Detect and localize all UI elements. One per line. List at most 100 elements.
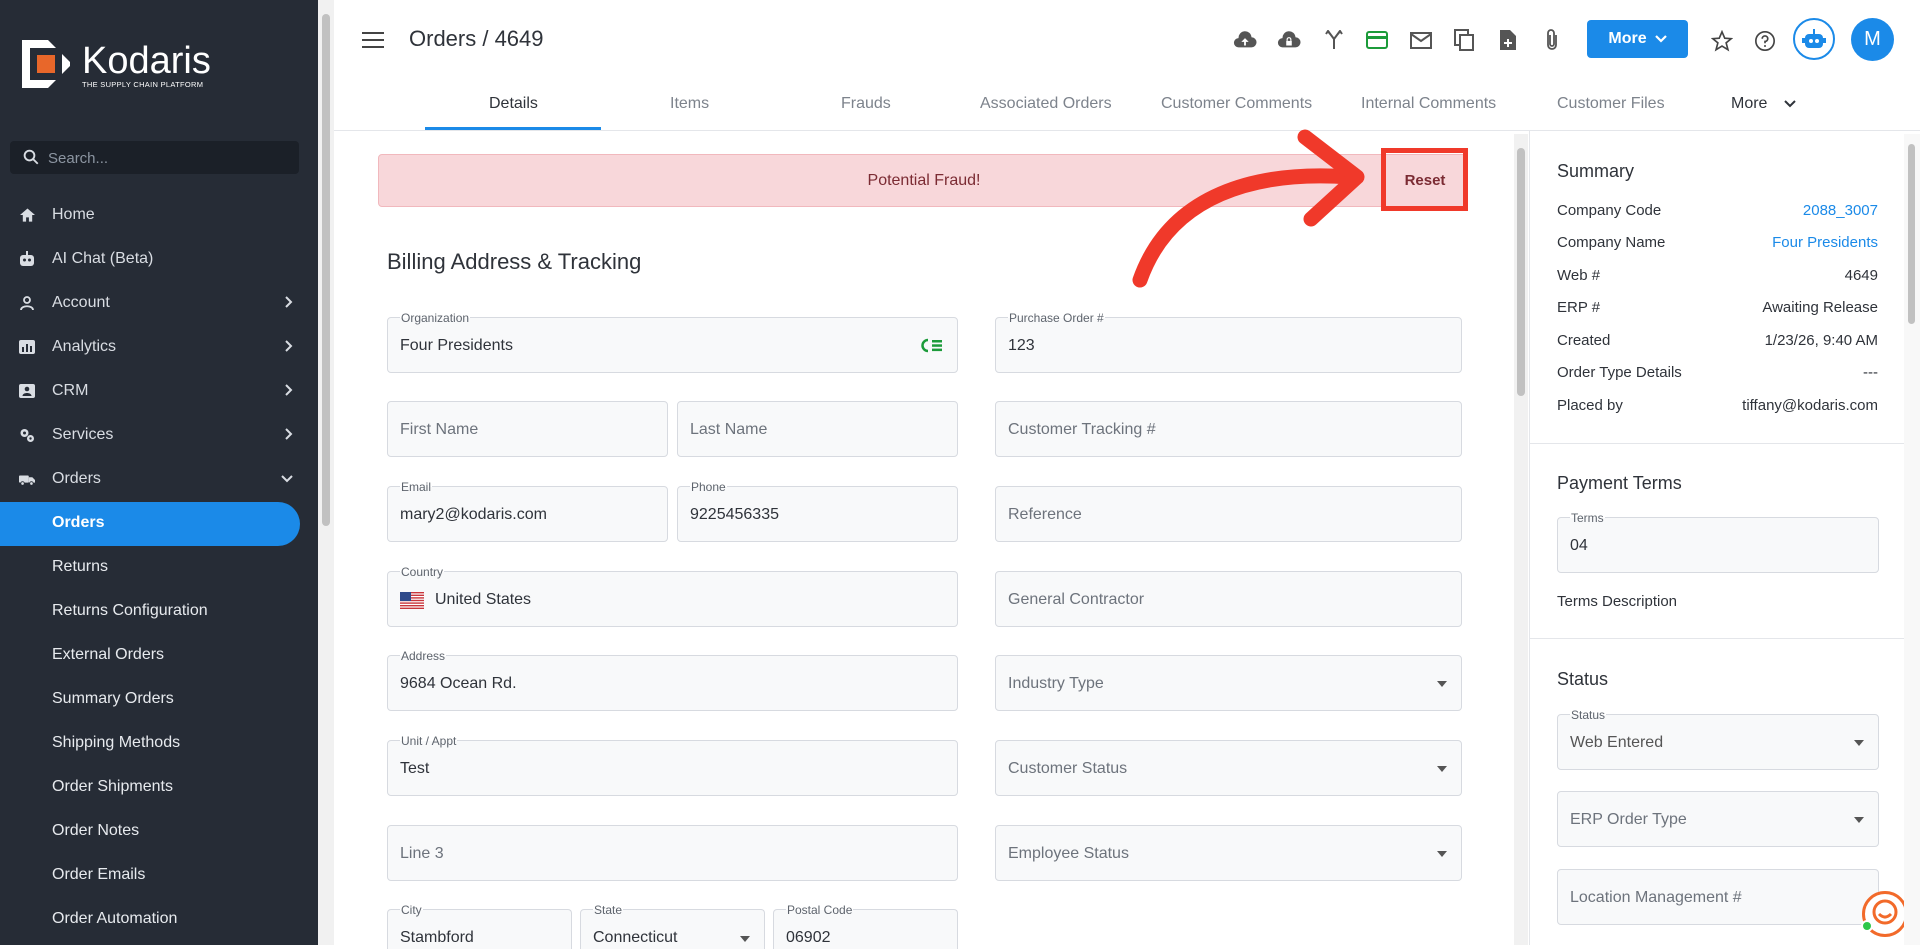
first-name-field[interactable]: First Name	[387, 401, 668, 457]
annotation-arrow-icon	[1132, 129, 1365, 288]
cloud-lock-icon[interactable]	[1277, 28, 1301, 52]
terms-field[interactable]: Terms 04	[1557, 511, 1879, 573]
organization-lookup-icon[interactable]	[921, 338, 943, 353]
tab-customer-files[interactable]: Customer Files	[1557, 95, 1665, 113]
copy-icon[interactable]	[1452, 28, 1476, 52]
credit-card-icon[interactable]	[1365, 28, 1389, 52]
cloud-upload-icon[interactable]	[1233, 28, 1257, 52]
sidebar-scrollbar[interactable]	[318, 0, 334, 945]
sidebar-subitem-returns[interactable]: Returns	[52, 558, 108, 576]
robot-icon	[1802, 29, 1826, 48]
tab-more[interactable]: More	[1731, 95, 1796, 113]
email-value: mary2@kodaris.com	[400, 506, 547, 523]
address-field[interactable]: Address 9684 Ocean Rd.	[387, 649, 958, 711]
organization-value: Four Presidents	[400, 337, 513, 354]
scrollbar-thumb[interactable]	[1517, 148, 1525, 396]
organization-field[interactable]: Organization Four Presidents	[387, 311, 958, 373]
summary-key: Order Type Details	[1557, 364, 1682, 381]
address-value: 9684 Ocean Rd.	[400, 675, 517, 692]
sidebar-subitem-order-automation[interactable]: Order Automation	[52, 910, 177, 928]
postal-code-field[interactable]: Postal Code 06902	[773, 903, 958, 949]
divider	[1530, 443, 1904, 444]
sidebar-subitem-order-notes[interactable]: Order Notes	[52, 822, 139, 840]
organization-label: Organization	[400, 311, 471, 325]
status-select[interactable]: Status Web Entered	[1557, 708, 1879, 770]
sidebar-subitem-summary-orders[interactable]: Summary Orders	[52, 690, 174, 708]
customer-status-select[interactable]: Customer Status	[995, 740, 1462, 796]
sidebar: Kodaris THE SUPPLY CHAIN PLATFORM Search…	[0, 0, 318, 945]
dropdown-arrow-icon	[1437, 681, 1447, 687]
chat-widget-button[interactable]	[1861, 891, 1908, 937]
mail-icon[interactable]	[1409, 28, 1433, 52]
last-name-field[interactable]: Last Name	[677, 401, 958, 457]
sidebar-item-analytics[interactable]: Analytics	[0, 327, 300, 367]
kodaris-logo[interactable]: Kodaris THE SUPPLY CHAIN PLATFORM	[20, 38, 220, 90]
sidebar-subitem-returns-configuration[interactable]: Returns Configuration	[52, 602, 208, 620]
chevron-right-icon	[285, 296, 293, 308]
chevron-down-icon	[1654, 35, 1667, 43]
address-label: Address	[400, 649, 447, 663]
sidebar-search[interactable]: Search...	[10, 141, 299, 174]
chevron-down-icon	[1784, 100, 1796, 108]
tab-associated-orders[interactable]: Associated Orders	[980, 95, 1112, 113]
reference-field[interactable]: Reference	[995, 486, 1462, 542]
tab-internal-comments[interactable]: Internal Comments	[1361, 95, 1496, 113]
company-code-link[interactable]: 2088_3007	[1803, 202, 1878, 219]
scrollbar-thumb[interactable]	[1908, 144, 1915, 324]
sidebar-subitem-order-emails[interactable]: Order Emails	[52, 866, 145, 884]
industry-type-select[interactable]: Industry Type	[995, 655, 1462, 711]
tab-frauds[interactable]: Frauds	[841, 95, 891, 113]
attachment-icon[interactable]	[1540, 28, 1564, 52]
unit-field[interactable]: Unit / Appt Test	[387, 734, 958, 796]
line3-field[interactable]: Line 3	[387, 825, 958, 881]
tab-customer-comments[interactable]: Customer Comments	[1161, 95, 1312, 113]
chart-icon	[19, 339, 35, 355]
sidebar-item-home[interactable]: Home	[0, 195, 300, 235]
terms-description-label: Terms Description	[1557, 593, 1678, 610]
summary-value: 1/23/26, 9:40 AM	[1764, 332, 1878, 349]
scrollbar-thumb[interactable]	[322, 14, 330, 526]
sidebar-item-services[interactable]: Services	[0, 415, 300, 455]
sidebar-item-crm[interactable]: CRM	[0, 371, 300, 411]
divider	[1530, 638, 1904, 639]
purchase-order-field[interactable]: Purchase Order # 123	[995, 311, 1462, 373]
active-tab-indicator	[425, 127, 601, 130]
logo-icon	[22, 40, 70, 88]
erp-order-type-select[interactable]: ERP Order Type	[1557, 791, 1879, 847]
sidebar-subitem-orders[interactable]: Orders	[52, 514, 104, 532]
tab-items[interactable]: Items	[670, 95, 709, 113]
sidebar-subitem-shipping-methods[interactable]: Shipping Methods	[52, 734, 180, 752]
status-heading: Status	[1557, 669, 1609, 689]
contact-icon	[19, 383, 35, 399]
tab-details[interactable]: Details	[489, 95, 538, 113]
country-label: Country	[400, 565, 445, 579]
location-management-field[interactable]: Location Management #	[1557, 869, 1879, 925]
customer-tracking-field[interactable]: Customer Tracking #	[995, 401, 1462, 457]
hamburger-menu-icon[interactable]	[362, 32, 384, 48]
city-field[interactable]: City Stambford	[387, 903, 572, 949]
user-avatar[interactable]: M	[1851, 18, 1894, 61]
country-field[interactable]: Country United States	[387, 565, 958, 627]
help-icon[interactable]	[1753, 29, 1777, 53]
star-icon[interactable]	[1710, 29, 1734, 53]
merge-icon[interactable]	[1322, 28, 1346, 52]
more-button[interactable]: More	[1587, 20, 1688, 58]
general-contractor-field[interactable]: General Contractor	[995, 571, 1462, 627]
company-name-link[interactable]: Four Presidents	[1772, 234, 1878, 251]
add-document-icon[interactable]	[1496, 28, 1520, 52]
phone-field[interactable]: Phone 9225456335	[677, 480, 958, 542]
employee-status-select[interactable]: Employee Status	[995, 825, 1462, 881]
sidebar-subitem-external-orders[interactable]: External Orders	[52, 646, 164, 664]
sidebar-item-ai-chat[interactable]: AI Chat (Beta)	[0, 239, 300, 279]
sidebar-subitem-order-shipments[interactable]: Order Shipments	[52, 778, 173, 796]
chevron-right-icon	[285, 340, 293, 352]
ai-assistant-button[interactable]	[1793, 18, 1835, 60]
sidebar-item-orders[interactable]: Orders	[0, 459, 300, 499]
email-field[interactable]: Email mary2@kodaris.com	[387, 480, 668, 542]
chevron-right-icon	[285, 384, 293, 396]
search-placeholder: Search...	[48, 150, 109, 167]
main-scrollbar[interactable]	[1514, 134, 1528, 945]
right-panel-scrollbar[interactable]	[1904, 134, 1920, 945]
sidebar-item-account[interactable]: Account	[0, 283, 300, 323]
state-select[interactable]: State Connecticut	[580, 903, 765, 949]
